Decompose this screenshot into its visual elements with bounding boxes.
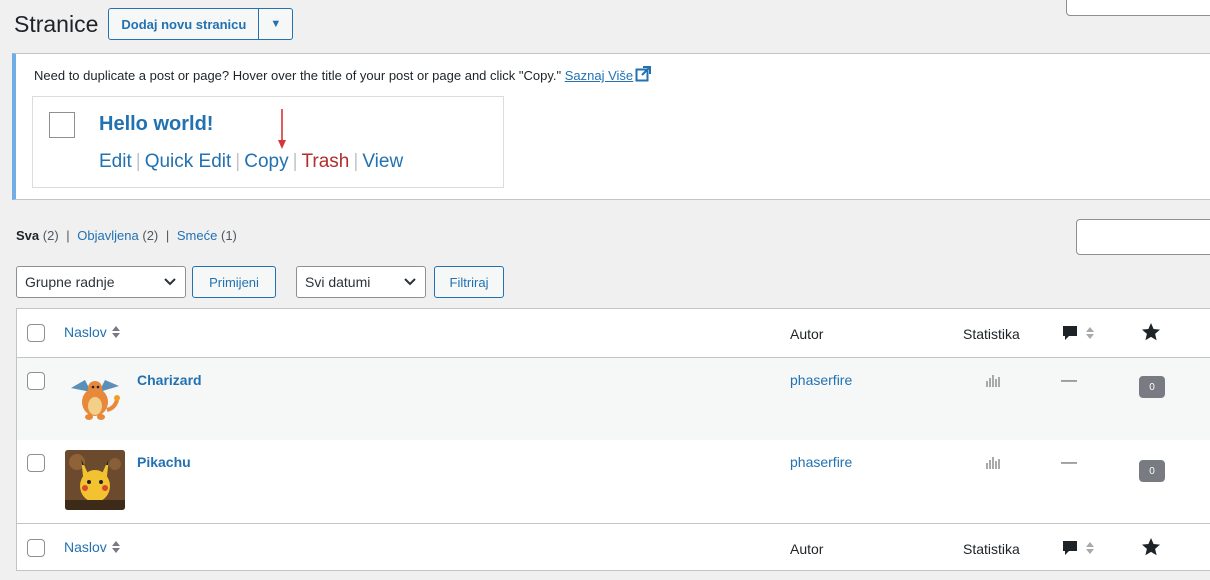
- star-icon: [1142, 538, 1160, 556]
- filter-trash[interactable]: Smeće: [177, 228, 217, 243]
- charizard-thumbnail: [65, 370, 125, 430]
- row-author-link[interactable]: phaserfire: [790, 454, 852, 470]
- separator: |: [135, 151, 141, 172]
- row-title-link[interactable]: Pikachu: [137, 454, 191, 470]
- stats-bar-icon[interactable]: [985, 454, 1001, 470]
- table-footer: Naslov Autor Statistika: [17, 523, 1210, 572]
- caret-down-icon: ▼: [270, 18, 282, 30]
- chevron-down-icon: [404, 278, 416, 286]
- sort-icon: [111, 541, 120, 553]
- row-title-link[interactable]: Charizard: [137, 372, 202, 388]
- sort-icon: [1086, 327, 1094, 339]
- separator: |: [292, 151, 298, 172]
- comments-column-footer[interactable]: [1061, 539, 1095, 557]
- separator: |: [165, 228, 170, 243]
- table-header: Naslov Autor Statistika: [17, 309, 1210, 358]
- filter-trash-count: (1): [220, 228, 237, 243]
- separator: |: [66, 228, 70, 243]
- comment-icon: [1063, 541, 1077, 555]
- sort-icon: [111, 326, 120, 338]
- comments-column-header[interactable]: [1061, 324, 1095, 342]
- select-all-checkbox-footer[interactable]: [27, 539, 45, 557]
- count-badge: 0: [1139, 376, 1165, 398]
- copy-demo-box: Hello world! Edit | Quick Edit | Copy | Trash |…: [32, 96, 504, 188]
- comments-dash: —: [1061, 454, 1077, 471]
- star-icon: [1142, 323, 1160, 341]
- page-header: Stranice Dodaj novu stranicu ▼: [14, 8, 294, 40]
- red-arrow-icon: [278, 109, 286, 149]
- apply-button[interactable]: Primijeni: [192, 266, 276, 298]
- pages-table: Naslov Autor Statistika Charizard phaser…: [16, 308, 1210, 571]
- bulk-actions-value: Grupne radnje: [25, 274, 115, 290]
- bulk-actions-select[interactable]: Grupne radnje: [16, 266, 186, 298]
- title-column-header[interactable]: Naslov: [64, 324, 121, 340]
- stats-column-header: Statistika: [963, 326, 1020, 342]
- filter-published[interactable]: Objavljena: [77, 228, 138, 243]
- stats-bar-icon[interactable]: [985, 372, 1001, 388]
- pikachu-thumbnail: [65, 450, 125, 510]
- add-page-dropdown-button[interactable]: ▼: [259, 8, 294, 40]
- status-filter-links: Sva (2) | Objavljena (2) | Smeće (1): [16, 228, 237, 243]
- comment-icon: [1063, 326, 1077, 340]
- table-row: Pikachu phaserfire — 0: [17, 440, 1210, 522]
- filter-button[interactable]: Filtriraj: [434, 266, 504, 298]
- author-column-footer: Autor: [790, 541, 824, 557]
- add-page-button-group: Dodaj novu stranicu ▼: [108, 8, 294, 40]
- stats-column-footer: Statistika: [963, 541, 1020, 557]
- learn-more-link[interactable]: Saznaj Više: [565, 68, 633, 83]
- comments-dash: —: [1061, 372, 1077, 389]
- filter-all[interactable]: Sva: [16, 228, 39, 243]
- title-column-label: Naslov: [64, 539, 107, 555]
- demo-trash-action: Trash: [301, 151, 350, 172]
- table-row: Charizard phaserfire — 0: [17, 358, 1210, 440]
- external-link-icon[interactable]: [635, 66, 652, 85]
- separator: |: [353, 151, 359, 172]
- chevron-down-icon: [164, 278, 176, 286]
- duplicate-notice: Need to duplicate a post or page? Hover …: [12, 53, 1210, 200]
- date-filter-select[interactable]: Svi datumi: [296, 266, 426, 298]
- demo-quick-edit-action: Quick Edit: [144, 151, 232, 172]
- author-column-header: Autor: [790, 326, 824, 342]
- demo-copy-action: Copy: [244, 151, 289, 172]
- title-column-footer[interactable]: Naslov: [64, 539, 121, 555]
- notice-message: Need to duplicate a post or page? Hover …: [34, 68, 562, 83]
- notice-text: Need to duplicate a post or page? Hover …: [34, 66, 652, 85]
- date-filter-value: Svi datumi: [305, 274, 371, 290]
- page-title: Stranice: [14, 10, 99, 37]
- row-checkbox[interactable]: [27, 372, 45, 390]
- sort-icon: [1086, 542, 1094, 554]
- title-column-label: Naslov: [64, 324, 107, 340]
- demo-row-actions: Edit | Quick Edit | Copy | Trash | View: [99, 151, 403, 173]
- filter-all-count: (2): [42, 228, 59, 243]
- demo-post-title: Hello world!: [99, 113, 214, 135]
- demo-view-action: View: [362, 151, 404, 172]
- select-all-checkbox[interactable]: [27, 324, 45, 342]
- demo-checkbox: [49, 112, 75, 138]
- filter-published-count: (2): [142, 228, 159, 243]
- row-author-link[interactable]: phaserfire: [790, 372, 852, 388]
- demo-edit-action: Edit: [99, 151, 132, 172]
- count-badge: 0: [1139, 460, 1165, 482]
- screen-options-box[interactable]: [1066, 0, 1210, 16]
- search-input[interactable]: [1076, 219, 1210, 255]
- row-checkbox[interactable]: [27, 454, 45, 472]
- add-new-page-button[interactable]: Dodaj novu stranicu: [108, 8, 260, 40]
- separator: |: [235, 151, 241, 172]
